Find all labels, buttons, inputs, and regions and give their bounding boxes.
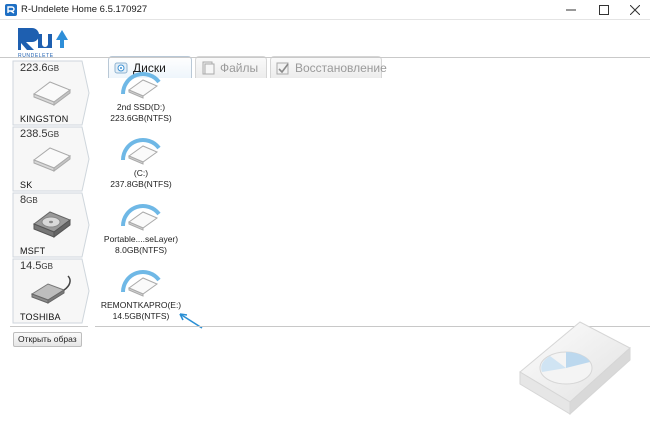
divider [10, 326, 88, 327]
usb-drive-icon [30, 275, 71, 304]
header: RUNDELETE Диски Файлы Восстановление [0, 20, 650, 78]
disk-item-sk[interactable]: 238.5GB SK [12, 126, 90, 192]
partition-icon [121, 72, 161, 99]
partition-label: 2nd SSD(D:) [116, 102, 166, 112]
hdd-icon [32, 211, 72, 238]
maximize-button[interactable] [589, 0, 619, 20]
close-icon [630, 5, 640, 15]
disk-list: 223.6GB KINGSTON 2nd SSD(D:) 223.6GB(NTF… [0, 58, 650, 426]
partition-label: (C:) [133, 168, 149, 178]
disk-size: 8GB [20, 194, 38, 206]
app-icon [5, 4, 17, 16]
disk-name: TOSHIBA [20, 312, 61, 322]
partition-size: 14.5GB(NTFS) [112, 311, 170, 321]
disk-item-kingston[interactable]: 223.6GB KINGSTON [12, 60, 90, 126]
disk-item-toshiba[interactable]: 14.5GB TOSHIBA [12, 258, 90, 324]
close-button[interactable] [620, 0, 650, 20]
partition-icon [121, 270, 161, 297]
partition-label: REMONTKAPRO(E:) [100, 300, 182, 310]
minimize-button[interactable] [556, 0, 586, 20]
ssd-icon [32, 81, 72, 106]
maximize-icon [599, 5, 609, 15]
disk-name: MSFT [20, 246, 46, 256]
partition-item-portable[interactable]: Portable....seLayer) 8.0GB(NTFS) [100, 196, 190, 256]
partition-item-d[interactable]: 2nd SSD(D:) 223.6GB(NTFS) [100, 64, 190, 124]
ssd-icon [32, 147, 72, 172]
title-bar: R-Undelete Home 6.5.170927 [0, 0, 650, 20]
window-title: R-Undelete Home 6.5.170927 [21, 4, 148, 15]
partition-size: 237.8GB(NTFS) [110, 179, 172, 189]
partition-icon [121, 138, 161, 165]
open-image-button[interactable]: Открыть образ [13, 332, 82, 347]
partition-item-c[interactable]: (C:) 237.8GB(NTFS) [100, 130, 190, 190]
disk-name: KINGSTON [20, 114, 69, 124]
r-undelete-logo: RUNDELETE [18, 28, 68, 58]
partition-icon [121, 204, 161, 231]
partition-size: 223.6GB(NTFS) [110, 113, 172, 123]
disk-name: SK [20, 180, 33, 190]
disk-size: 14.5GB [20, 260, 53, 272]
watermark-drive-icon [519, 321, 631, 416]
disk-size: 238.5GB [20, 128, 60, 140]
partition-label: Portable....seLayer) [103, 234, 179, 244]
minimize-icon [566, 9, 576, 11]
disk-item-msft[interactable]: 8GB MSFT [12, 192, 90, 258]
disk-size: 223.6GB [20, 62, 60, 74]
partition-size: 8.0GB(NTFS) [115, 245, 167, 255]
